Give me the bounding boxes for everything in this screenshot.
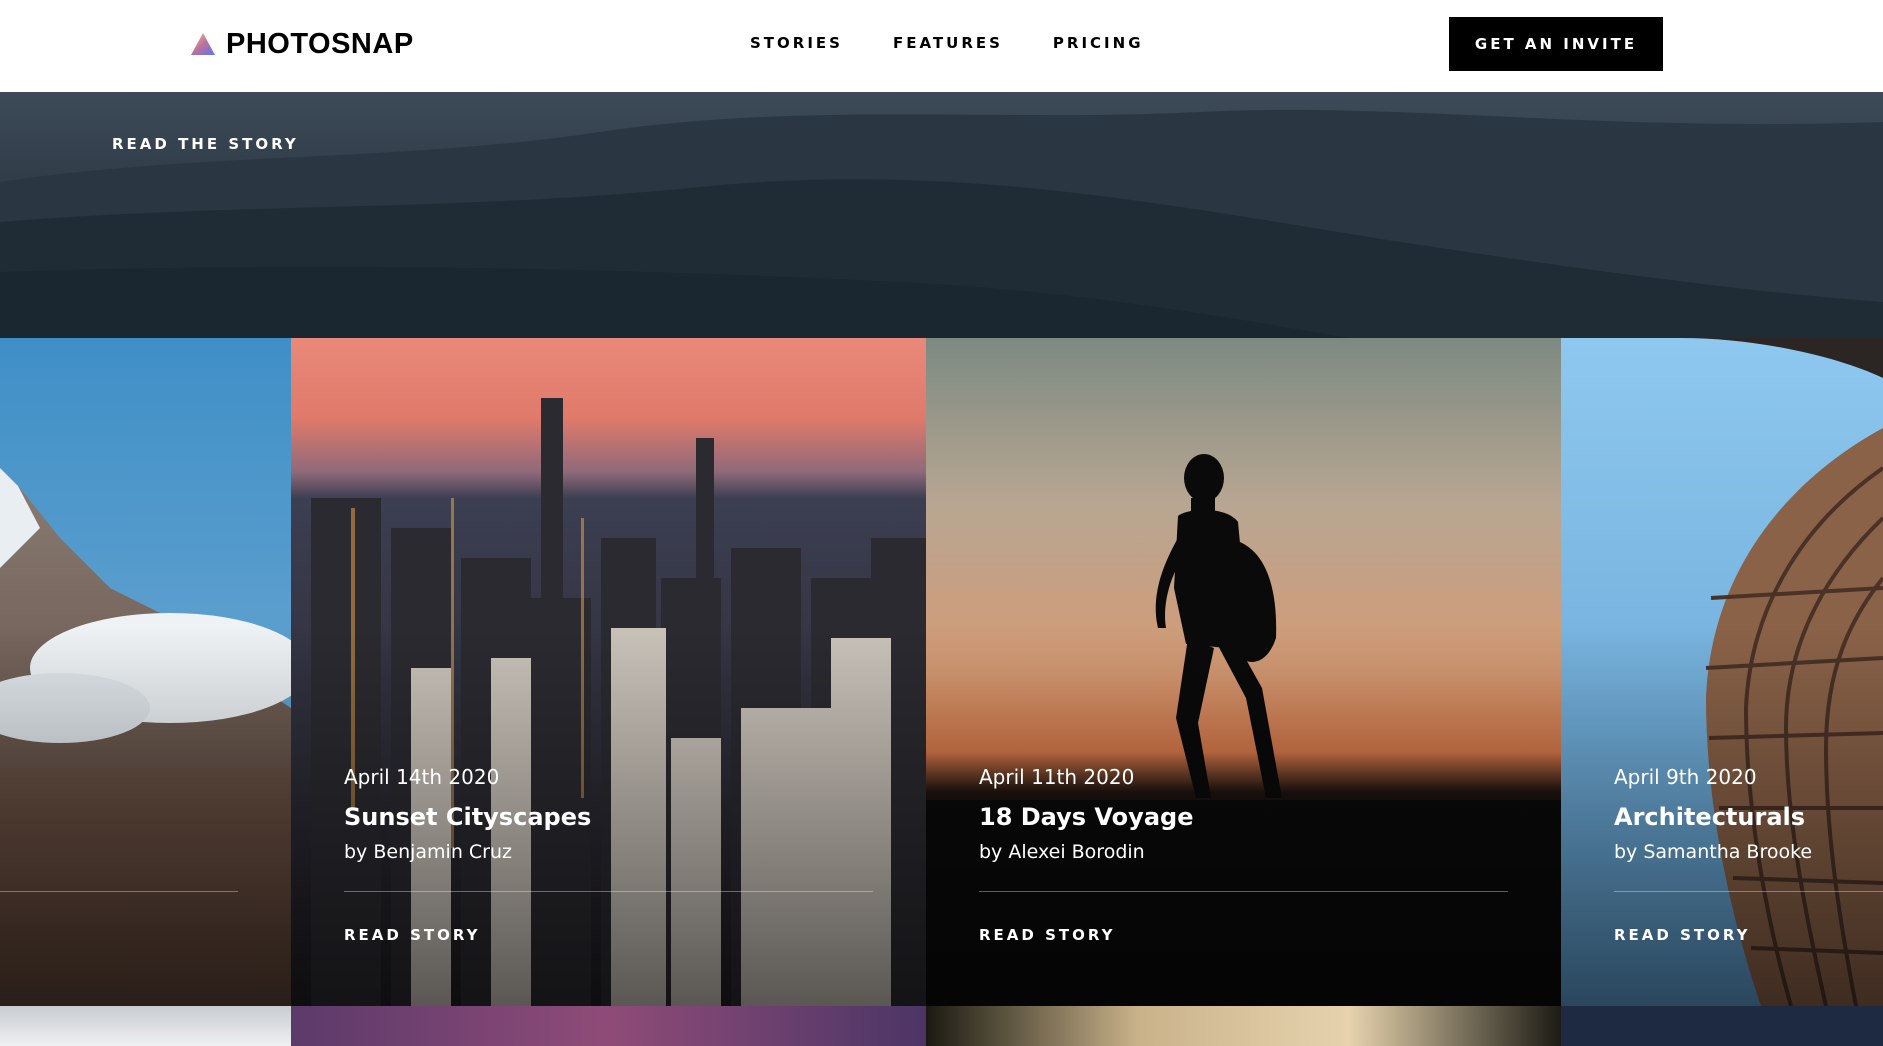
card-divider (979, 891, 1508, 892)
story-title: Architecturals (1614, 803, 1806, 831)
story-date: April 14th 2020 (344, 765, 500, 789)
main-nav: STORIES FEATURES PRICING (750, 34, 1144, 52)
story-title: 18 Days Voyage (979, 803, 1194, 831)
nav-features[interactable]: FEATURES (893, 34, 1003, 52)
card-gradient (0, 626, 291, 1006)
card-info: April 11th 2020 18 Days Voyage by Alexei… (979, 764, 1508, 864)
site-header: PHOTOSNAP STORIES FEATURES PRICING GET A… (0, 0, 1883, 92)
next-row-cards (0, 1006, 1883, 1046)
nav-pricing[interactable]: PRICING (1053, 34, 1144, 52)
get-invite-button[interactable]: GET AN INVITE (1449, 17, 1663, 71)
story-card-architecturals[interactable]: April 9th 2020 Architecturals by Samanth… (1561, 338, 1883, 1006)
hero-banner: READ THE STORY (0, 92, 1883, 338)
read-story-link[interactable]: READ STORY (1614, 926, 1750, 944)
read-story-link[interactable]: READ STORY (979, 926, 1115, 944)
story-card-preview[interactable] (0, 1006, 291, 1046)
story-card[interactable] (0, 338, 291, 1006)
logo[interactable]: PHOTOSNAP (190, 27, 414, 61)
card-divider (0, 891, 238, 892)
story-card-preview[interactable] (926, 1006, 1561, 1046)
nav-stories[interactable]: STORIES (750, 34, 843, 52)
forest-background-image (0, 109, 1883, 338)
story-card-sunset-cityscapes[interactable]: April 14th 2020 Sunset Cityscapes by Ben… (291, 338, 926, 1006)
story-card-preview[interactable] (291, 1006, 926, 1046)
story-title: Sunset Cityscapes (344, 803, 592, 831)
card-divider (1614, 891, 1883, 892)
story-cards-grid: April 14th 2020 Sunset Cityscapes by Ben… (0, 338, 1883, 1006)
story-date: April 9th 2020 (1614, 765, 1757, 789)
logo-triangle-icon (191, 33, 215, 55)
story-card-preview[interactable] (1561, 1006, 1883, 1046)
logo-text: PHOTOSNAP (226, 27, 414, 60)
story-author: by Samantha Brooke (1614, 841, 1813, 863)
story-date: April 11th 2020 (979, 765, 1135, 789)
read-story-link[interactable]: READ STORY (344, 926, 480, 944)
story-author: by Benjamin Cruz (344, 841, 512, 863)
story-card-18-days-voyage[interactable]: April 11th 2020 18 Days Voyage by Alexei… (926, 338, 1561, 1006)
card-info: April 14th 2020 Sunset Cityscapes by Ben… (344, 764, 873, 864)
story-author: by Alexei Borodin (979, 841, 1145, 863)
read-the-story-link[interactable]: READ THE STORY (112, 135, 299, 153)
card-divider (344, 891, 873, 892)
card-info: April 9th 2020 Architecturals by Samanth… (1614, 764, 1883, 864)
